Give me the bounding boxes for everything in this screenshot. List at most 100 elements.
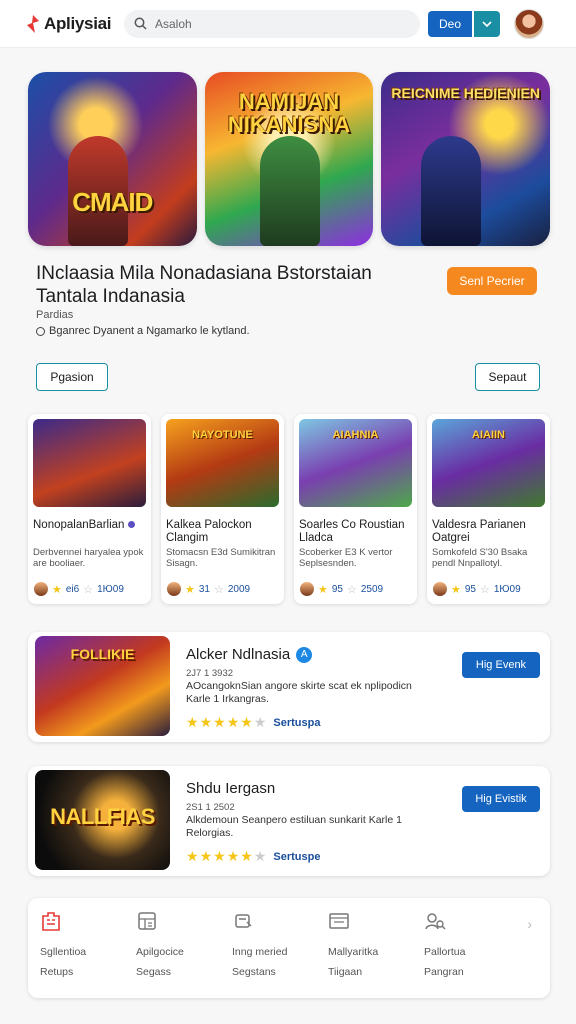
star-icon: ★ [226, 714, 240, 730]
get-app-button[interactable]: Hig Evistik [462, 786, 540, 812]
app-card-stats: ★ ei6 ☆ 1Ю09 [34, 582, 124, 596]
rating-label: Sertuspa [273, 716, 321, 729]
rating-value: ei6 [65, 583, 80, 595]
app-card-stats: ★ 95 ☆ 1Ю09 [433, 582, 521, 596]
nav-item-cart[interactable]: Inng meried Segstans [230, 910, 326, 998]
app-card[interactable]: AIAIIN Valdesra Parianen Oatgrei Somkofe… [427, 414, 550, 604]
app-card-title: NonopalanBarlian [33, 519, 146, 545]
hero-image-3[interactable]: REICNIME HEDIENIEN [381, 72, 551, 246]
nav-item-sublabel: Tiigaan [328, 966, 363, 978]
dev-button[interactable]: Deo [428, 10, 472, 37]
get-app-button[interactable]: Hig Evenk [462, 652, 540, 678]
nav-item-apps[interactable]: Apilgocice Segass [134, 910, 230, 998]
app-list-title: Alcker Ndlnasia A [186, 646, 313, 663]
star-icon: ★ [226, 848, 240, 864]
hero-image-text: CMAID [72, 187, 153, 217]
hero-figure [259, 136, 320, 246]
hero-image-1[interactable]: CMAID [28, 72, 197, 246]
nav-item-label: Mallyaritka [328, 946, 379, 958]
cart-icon [235, 914, 252, 928]
verified-icon [128, 521, 136, 529]
user-avatar[interactable] [514, 8, 544, 39]
star-icon: ★ [240, 714, 253, 730]
hero-figure [421, 136, 482, 246]
app-card-title: Soarles Co Roustian Lladca [299, 519, 405, 544]
featured-cta-button[interactable]: Senl Pecrier [447, 267, 537, 295]
nav-item-sublabel: Segass [136, 966, 172, 978]
position-button[interactable]: Pgasion [36, 363, 108, 391]
app-list-title: Shdu Iergasn [186, 780, 276, 797]
star-icon: ★ [213, 714, 226, 730]
nav-item-home[interactable]: Sgllentioa Retups [38, 910, 134, 998]
rating-label: Sertuspe [273, 850, 321, 863]
app-list-image: NALLFIAS [35, 770, 170, 870]
dev-dropdown-button[interactable] [474, 10, 500, 37]
app-card-description: Somkofeld S'30 Bsaka pendl Nnpallotyl. [432, 547, 528, 569]
app-card[interactable]: NonopalanBarlian Derbvennei haryalea ypo… [28, 414, 151, 604]
app-card-description: Stomacsn E3d Sumikitran Sisagn. [166, 547, 276, 569]
logo-icon [24, 14, 40, 34]
app-card-image-text: NAYOTUNE [192, 429, 253, 441]
app-card-title: Kalkea Palockon Clangim [166, 519, 252, 544]
book-icon [329, 913, 349, 929]
star-icon: ★ [186, 848, 199, 864]
star-icon: ★ [186, 714, 199, 730]
star-icon: ★ [451, 583, 461, 596]
hero-image-text: REICNIME HEDIENIEN [391, 85, 540, 101]
app-list-image: FOLLIKIE [35, 636, 170, 736]
app-list-item[interactable]: NALLFIAS Shdu Iergasn 2S1 1 2502 Alkdemo… [28, 766, 550, 876]
app-card-stats: ★ 95 ☆ 2509 [300, 582, 383, 596]
developer-avatar [34, 582, 48, 596]
rating-value: 31 [198, 583, 210, 595]
star-outline-icon: ☆ [83, 583, 94, 596]
app-card-title: Valdesra Parianen Oatgrei [432, 519, 526, 544]
nav-item-profile-search[interactable]: Pallortua Pangran [422, 910, 518, 998]
star-icon: ★ [185, 583, 195, 596]
hero-carousel: CMAID NAMIJAN NIKANISNA REICNIME HEDIENI… [28, 72, 551, 246]
star-outline-icon: ☆ [214, 583, 224, 596]
featured-title: INclaasia Mila Nonadasiana Bstorstaian T… [36, 263, 372, 307]
hero-image-2[interactable]: NAMIJAN NIKANISNA [204, 72, 374, 246]
search-icon [134, 17, 147, 30]
star-rating: ★ ★ ★ ★ ★ ★ Sertuspa [186, 714, 320, 731]
nav-item-sublabel: Segstans [232, 966, 276, 978]
star-outline-icon: ☆ [480, 583, 490, 596]
app-card-stats: ★ 31 ☆ 2009 [167, 582, 250, 596]
rating-value: 95 [464, 583, 476, 595]
featured-description: Bganrec Dyanent a Ngamarko le kytland. [36, 325, 250, 337]
app-list-description: Alkdemoun Seanpero estiluan sunkarit Kar… [186, 814, 402, 839]
app-card-image-text: AIAHNIA [332, 429, 379, 441]
app-list-meta: 2S1 1 2502 [186, 802, 235, 813]
star-outline-icon: ★ [253, 848, 267, 864]
search-bar[interactable] [124, 9, 420, 38]
app-card-image: AIAIIN [432, 419, 545, 507]
app-list-image-text: NALLFIAS [50, 804, 155, 829]
hero-image-text: NAMIJAN NIKANISNA [227, 89, 351, 138]
app-list-description: AOcangoknSian angore skirte scat ek npli… [186, 680, 412, 705]
app-card-description: Scoberker E3 K vertor Seplsesnden. [299, 547, 393, 569]
featured-description-text: Bganrec Dyanent a Ngamarko le kytland. [49, 325, 250, 337]
nav-item-label: Sgllentioa [40, 946, 87, 958]
top-bar: Apliysiai Deo [0, 0, 576, 48]
star-icon: ★ [240, 848, 253, 864]
app-card[interactable]: NAYOTUNE Kalkea Palockon Clangim Stomacs… [161, 414, 284, 604]
home-icon [42, 912, 60, 931]
chevron-right-icon[interactable]: › [527, 916, 532, 932]
app-card-description: Derbvennei haryalea ypok are booliaer. [33, 547, 144, 569]
app-card[interactable]: AIAHNIA Soarles Co Roustian Lladca Scobe… [294, 414, 417, 604]
developer-avatar [300, 582, 314, 596]
app-list-item[interactable]: FOLLIKIE Alcker Ndlnasia A 2J7 1 3932 AO… [28, 632, 550, 742]
download-count: 1Ю09 [493, 583, 521, 595]
app-logo[interactable]: Apliysiai [24, 14, 124, 34]
chevron-down-icon [482, 20, 492, 27]
download-count: 2509 [360, 583, 384, 595]
info-icon [36, 326, 45, 336]
download-count: 2009 [227, 583, 251, 595]
download-count: 1Ю09 [97, 583, 124, 595]
star-icon: ★ [199, 848, 213, 864]
app-card-image-text: AIAIIN [472, 429, 505, 441]
nav-item-library[interactable]: Mallyaritka Tiigaan [326, 910, 422, 998]
nav-item-label: Pallortua [424, 946, 466, 958]
search-input[interactable] [155, 16, 395, 31]
search-button[interactable]: Sepaut [475, 363, 540, 391]
